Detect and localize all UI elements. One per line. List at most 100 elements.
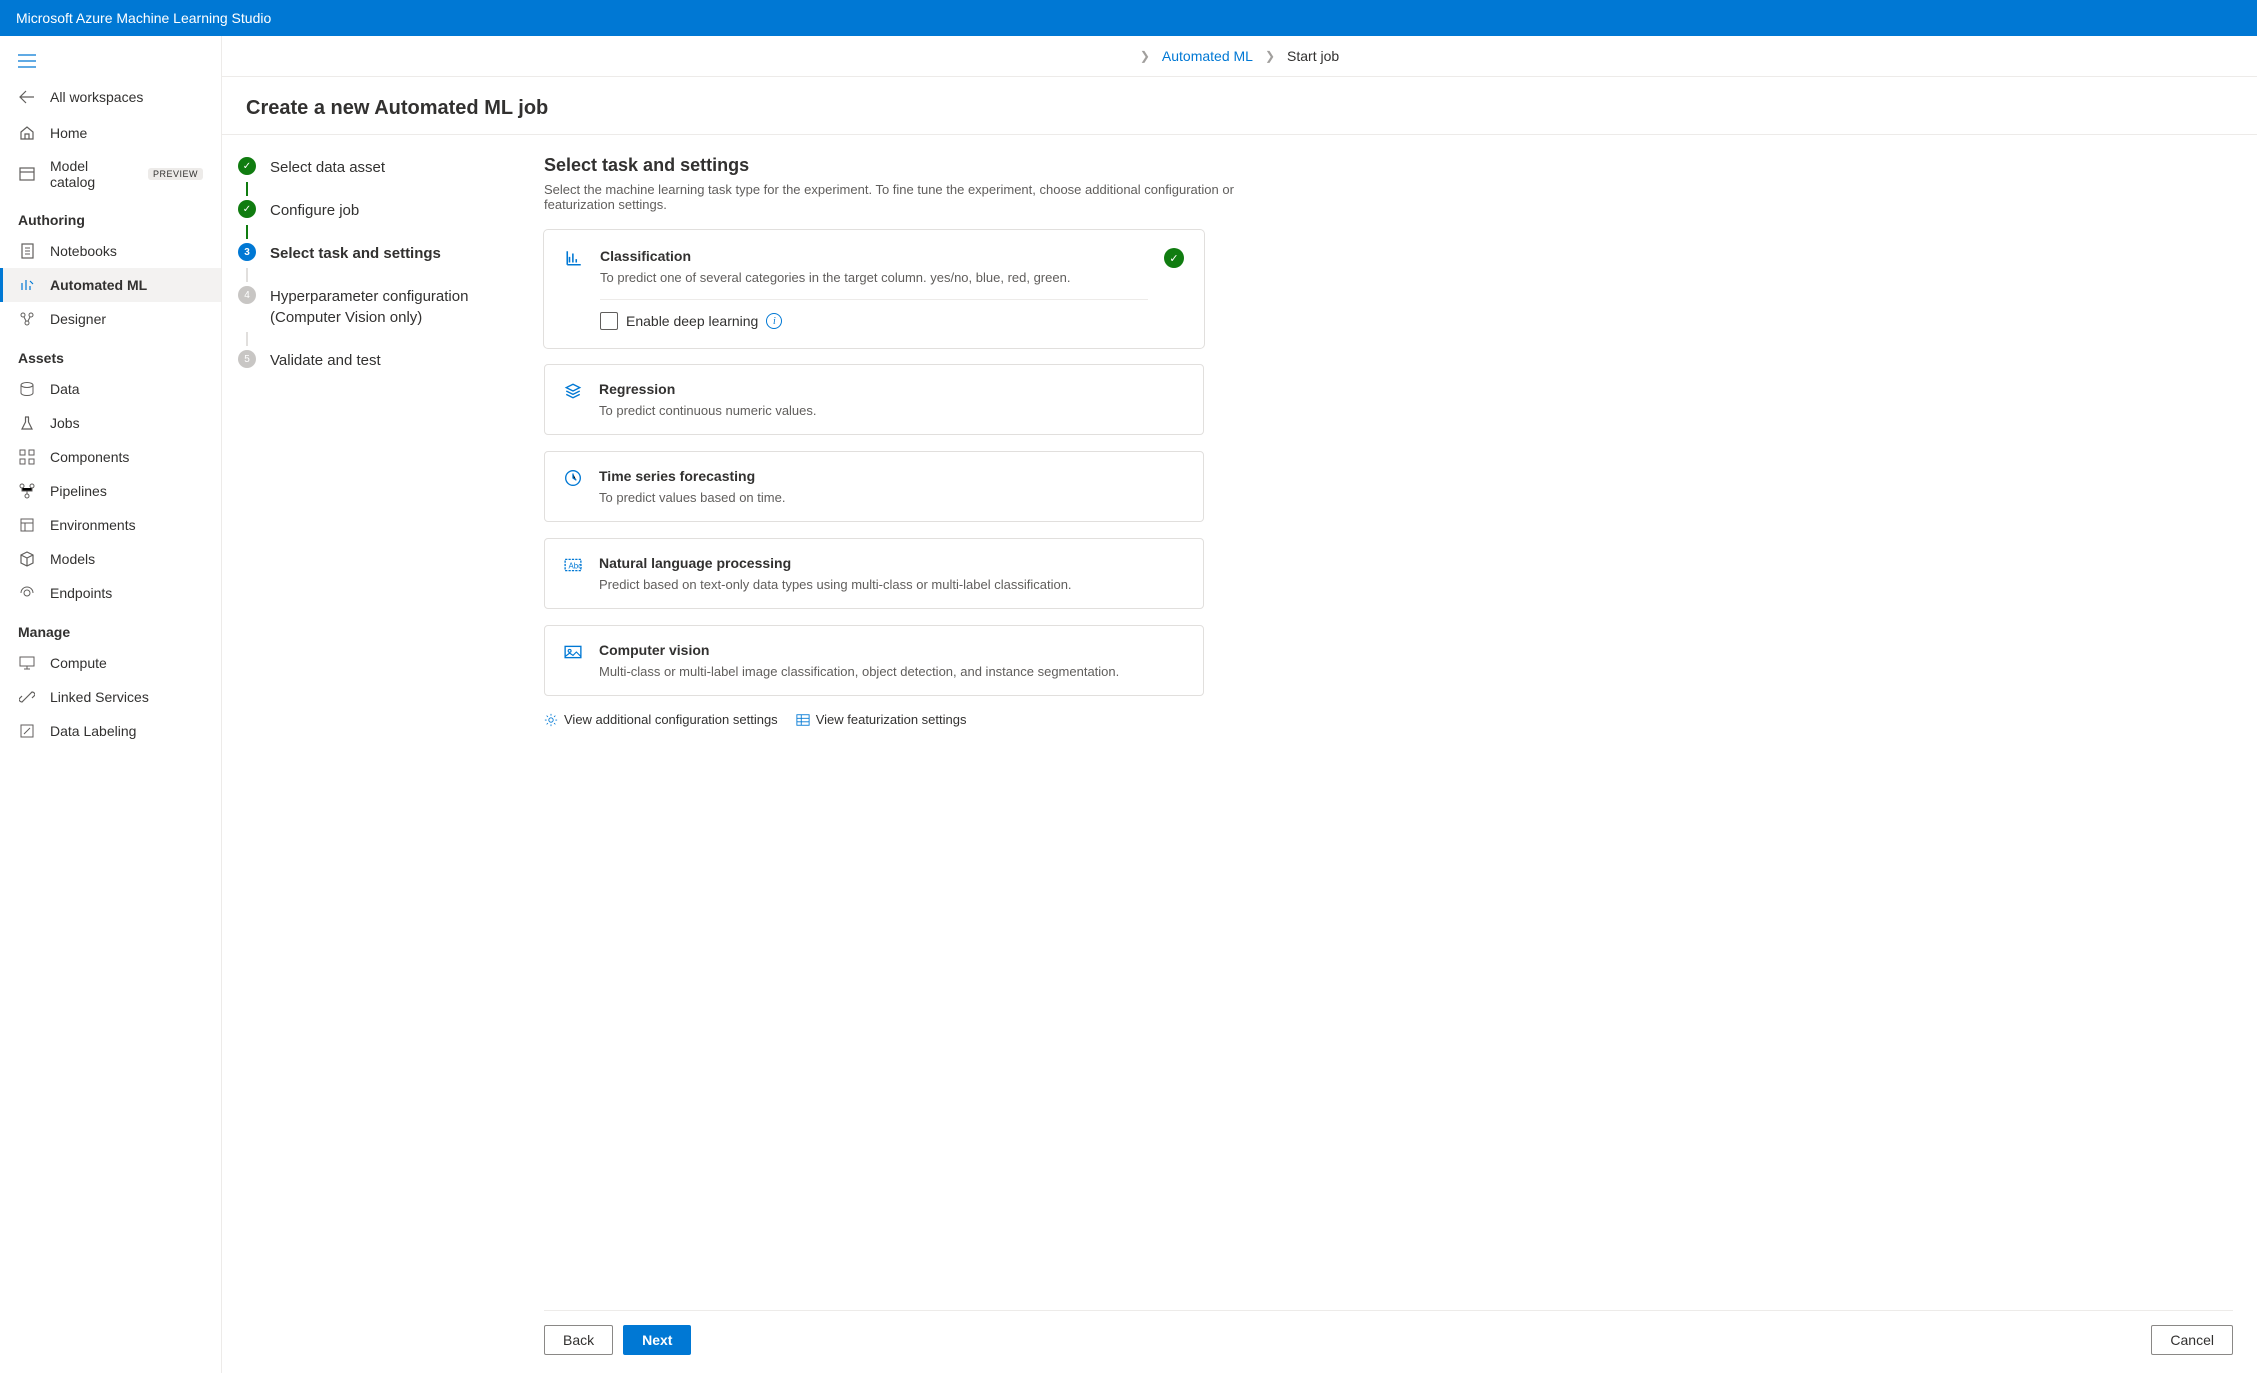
section-assets: Assets (0, 336, 221, 372)
notebook-icon (18, 242, 36, 260)
sidebar-label: Compute (50, 655, 107, 671)
task-desc: To predict values based on time. (599, 490, 1185, 505)
environments-icon (18, 516, 36, 534)
enable-deep-learning-checkbox[interactable] (600, 312, 618, 330)
sidebar-label: Notebooks (50, 243, 117, 259)
grid-icon (18, 448, 36, 466)
sidebar-linked-services[interactable]: Linked Services (0, 680, 221, 714)
bar-chart-icon (564, 248, 584, 268)
hamburger-menu[interactable] (0, 44, 221, 78)
sidebar-environments[interactable]: Environments (0, 508, 221, 542)
sidebar-label: Data (50, 381, 80, 397)
breadcrumb-automated-ml[interactable]: Automated ML (1162, 48, 1253, 64)
pipeline-icon (18, 482, 36, 500)
section-manage: Manage (0, 610, 221, 646)
selected-check-icon: ✓ (1164, 248, 1184, 268)
task-desc: Predict based on text-only data types us… (599, 577, 1185, 592)
step-number: 5 (238, 350, 256, 368)
sidebar-components[interactable]: Components (0, 440, 221, 474)
sidebar-label: Model catalog (50, 158, 134, 190)
view-featurization-link[interactable]: View featurization settings (796, 712, 967, 727)
table-icon (796, 713, 810, 727)
wizard-footer: Back Next Cancel (544, 1310, 2233, 1373)
sidebar-jobs[interactable]: Jobs (0, 406, 221, 440)
task-computer-vision[interactable]: Computer vision Multi-class or multi-lab… (544, 625, 1204, 696)
task-nlp[interactable]: Abc Natural language processing Predict … (544, 538, 1204, 609)
sidebar-pipelines[interactable]: Pipelines (0, 474, 221, 508)
back-button[interactable]: Back (544, 1325, 613, 1355)
sidebar-label: Designer (50, 311, 106, 327)
arrow-left-icon (18, 88, 36, 106)
sidebar-label: Data Labeling (50, 723, 136, 739)
sidebar-label: Linked Services (50, 689, 149, 705)
layers-icon (563, 381, 583, 401)
sidebar-label: Pipelines (50, 483, 107, 499)
check-icon: ✓ (238, 157, 256, 175)
chevron-right-icon: ❯ (1140, 49, 1150, 63)
sidebar-notebooks[interactable]: Notebooks (0, 234, 221, 268)
step-hyperparameter[interactable]: 4 Hyperparameter configuration (Computer… (238, 282, 504, 332)
view-config-link[interactable]: View additional configuration settings (544, 712, 778, 727)
section-heading: Select task and settings (544, 155, 2233, 176)
app-title: Microsoft Azure Machine Learning Studio (16, 10, 271, 26)
sidebar-label: Jobs (50, 415, 80, 431)
sidebar-data[interactable]: Data (0, 372, 221, 406)
flask-icon (18, 414, 36, 432)
sidebar-compute[interactable]: Compute (0, 646, 221, 680)
sidebar-label: Components (50, 449, 129, 465)
sidebar-model-catalog[interactable]: Model catalog PREVIEW (0, 150, 221, 198)
data-icon (18, 380, 36, 398)
sidebar-data-labeling[interactable]: Data Labeling (0, 714, 221, 748)
link-label: View additional configuration settings (564, 712, 778, 727)
section-subtitle: Select the machine learning task type fo… (544, 182, 1304, 212)
sidebar-label: Automated ML (50, 277, 147, 293)
check-icon: ✓ (238, 200, 256, 218)
sidebar-home[interactable]: Home (0, 116, 221, 150)
all-workspaces-label: All workspaces (50, 89, 143, 105)
task-timeseries[interactable]: Time series forecasting To predict value… (544, 451, 1204, 522)
image-icon (563, 642, 583, 662)
cancel-button[interactable]: Cancel (2151, 1325, 2233, 1355)
task-desc: To predict continuous numeric values. (599, 403, 1185, 418)
task-regression[interactable]: Regression To predict continuous numeric… (544, 364, 1204, 435)
svg-text:Abc: Abc (569, 561, 583, 570)
link-icon (18, 688, 36, 706)
sidebar-label: Endpoints (50, 585, 112, 601)
step-configure-job[interactable]: ✓ Configure job (238, 196, 504, 225)
back-all-workspaces[interactable]: All workspaces (0, 78, 221, 116)
sidebar-label: Home (50, 125, 87, 141)
home-icon (18, 124, 36, 142)
sidebar-automated-ml[interactable]: Automated ML (0, 268, 221, 302)
sidebar-endpoints[interactable]: Endpoints (0, 576, 221, 610)
task-title: Classification (600, 248, 1148, 264)
breadcrumb: ❯ Automated ML ❯ Start job (222, 36, 2257, 77)
monitor-icon (18, 654, 36, 672)
gear-icon (544, 713, 558, 727)
task-desc: To predict one of several categories in … (600, 270, 1148, 285)
sidebar-designer[interactable]: Designer (0, 302, 221, 336)
topbar: Microsoft Azure Machine Learning Studio (0, 0, 2257, 36)
task-desc: Multi-class or multi-label image classif… (599, 664, 1185, 679)
cube-icon (18, 550, 36, 568)
designer-icon (18, 310, 36, 328)
info-icon[interactable]: i (766, 313, 782, 329)
task-title: Computer vision (599, 642, 1185, 658)
section-authoring: Authoring (0, 198, 221, 234)
endpoint-icon (18, 584, 36, 602)
sidebar-label: Models (50, 551, 95, 567)
page-title: Create a new Automated ML job (222, 77, 2257, 135)
next-button[interactable]: Next (623, 1325, 691, 1355)
task-title: Time series forecasting (599, 468, 1185, 484)
step-select-task[interactable]: 3 Select task and settings (238, 239, 504, 268)
catalog-icon (18, 165, 36, 183)
breadcrumb-current: Start job (1287, 48, 1339, 64)
step-validate[interactable]: 5 Validate and test (238, 346, 504, 375)
sidebar-models[interactable]: Models (0, 542, 221, 576)
sidebar: All workspaces Home Model catalog PREVIE… (0, 36, 222, 1373)
step-number: 3 (238, 243, 256, 261)
task-classification[interactable]: Classification To predict one of several… (544, 230, 1204, 348)
step-select-data-asset[interactable]: ✓ Select data asset (238, 153, 504, 182)
chevron-right-icon: ❯ (1265, 49, 1275, 63)
enable-deep-learning-label: Enable deep learning (626, 313, 758, 329)
wizard-steps: ✓ Select data asset ✓ Configure job 3 Se… (222, 135, 520, 1373)
